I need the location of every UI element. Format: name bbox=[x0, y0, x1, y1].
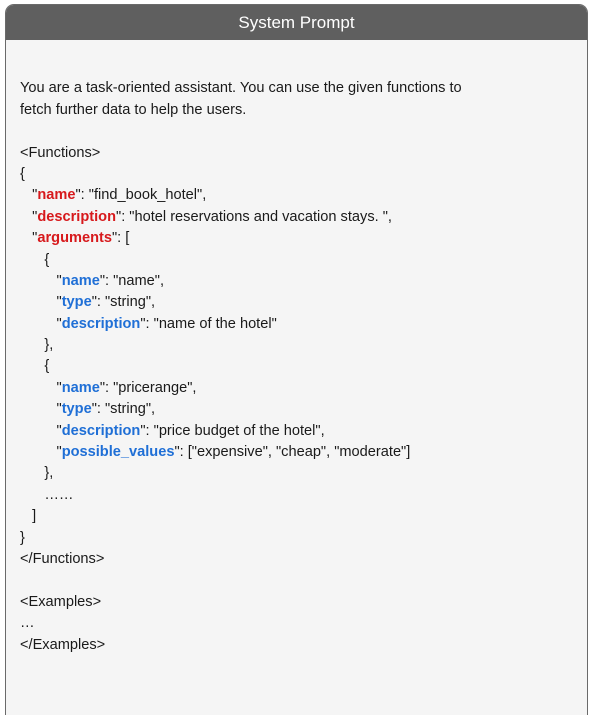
functions-open-brace: { bbox=[20, 165, 25, 182]
function-description-key: description bbox=[37, 208, 117, 225]
argument-description-line: "description": "name of the hotel" bbox=[20, 315, 277, 332]
examples-close-tag: </Examples> bbox=[20, 636, 106, 653]
intro-line: You are a task-oriented assistant. You c… bbox=[20, 80, 462, 97]
argument-name-value: : "name", bbox=[105, 272, 165, 289]
argument-name-line: "name": "pricerange", bbox=[20, 379, 197, 396]
argument-possible-values-value: : ["expensive", "cheap", "moderate"] bbox=[179, 444, 411, 461]
system-prompt-panel: System Prompt You are a task-oriented as… bbox=[5, 4, 588, 715]
arguments-close: ] bbox=[32, 508, 37, 525]
argument-close-brace: }, bbox=[44, 337, 54, 354]
argument-possible-values-line: "possible_values": ["expensive", "cheap"… bbox=[20, 444, 411, 461]
argument-description-key: description bbox=[61, 315, 141, 332]
function-arguments-line: "arguments": [ bbox=[20, 230, 130, 247]
functions-open-tag: <Functions> bbox=[20, 144, 101, 161]
argument-description-line: "description": "price budget of the hote… bbox=[20, 422, 325, 439]
functions-close-brace: } bbox=[20, 529, 25, 546]
functions-close-tag: </Functions> bbox=[20, 551, 105, 567]
examples-ellipsis: … bbox=[20, 615, 35, 632]
function-name-value: : "find_book_hotel", bbox=[80, 187, 207, 204]
function-name-key: name bbox=[37, 187, 76, 204]
argument-type-line: "type": "string", bbox=[20, 401, 156, 418]
argument-name-key: name bbox=[61, 379, 100, 396]
intro-line: fetch further data to help the users. bbox=[20, 101, 247, 118]
argument-type-value: : "string", bbox=[96, 401, 156, 418]
argument-open-brace: { bbox=[44, 251, 50, 268]
argument-close-brace: }, bbox=[44, 465, 54, 482]
argument-type-key: type bbox=[61, 401, 92, 418]
argument-name-line: "name": "name", bbox=[20, 272, 165, 289]
prompt-text: You are a task-oriented assistant. You c… bbox=[6, 40, 587, 699]
function-arguments-key: arguments bbox=[37, 230, 112, 247]
argument-possible-values-key: possible_values bbox=[61, 444, 175, 461]
arguments-ellipsis: …… bbox=[44, 486, 74, 503]
argument-name-key: name bbox=[61, 272, 100, 289]
argument-description-key: description bbox=[61, 422, 141, 439]
argument-type-key: type bbox=[61, 294, 92, 311]
function-name-line: "name": "find_book_hotel", bbox=[20, 187, 207, 204]
argument-name-value: : "pricerange", bbox=[105, 379, 197, 396]
function-arguments-open: : [ bbox=[117, 230, 130, 247]
function-description-line: "description": "hotel reservations and v… bbox=[20, 208, 392, 225]
examples-open-tag: <Examples> bbox=[20, 593, 102, 610]
function-description-value: : "hotel reservations and vacation stays… bbox=[121, 208, 392, 225]
argument-description-value: : "price budget of the hotel", bbox=[145, 422, 325, 439]
argument-description-value: : "name of the hotel" bbox=[145, 315, 277, 332]
argument-type-line: "type": "string", bbox=[20, 294, 156, 311]
argument-open-brace: { bbox=[44, 358, 50, 375]
argument-type-value: : "string", bbox=[96, 294, 156, 311]
panel-title: System Prompt bbox=[6, 5, 587, 40]
